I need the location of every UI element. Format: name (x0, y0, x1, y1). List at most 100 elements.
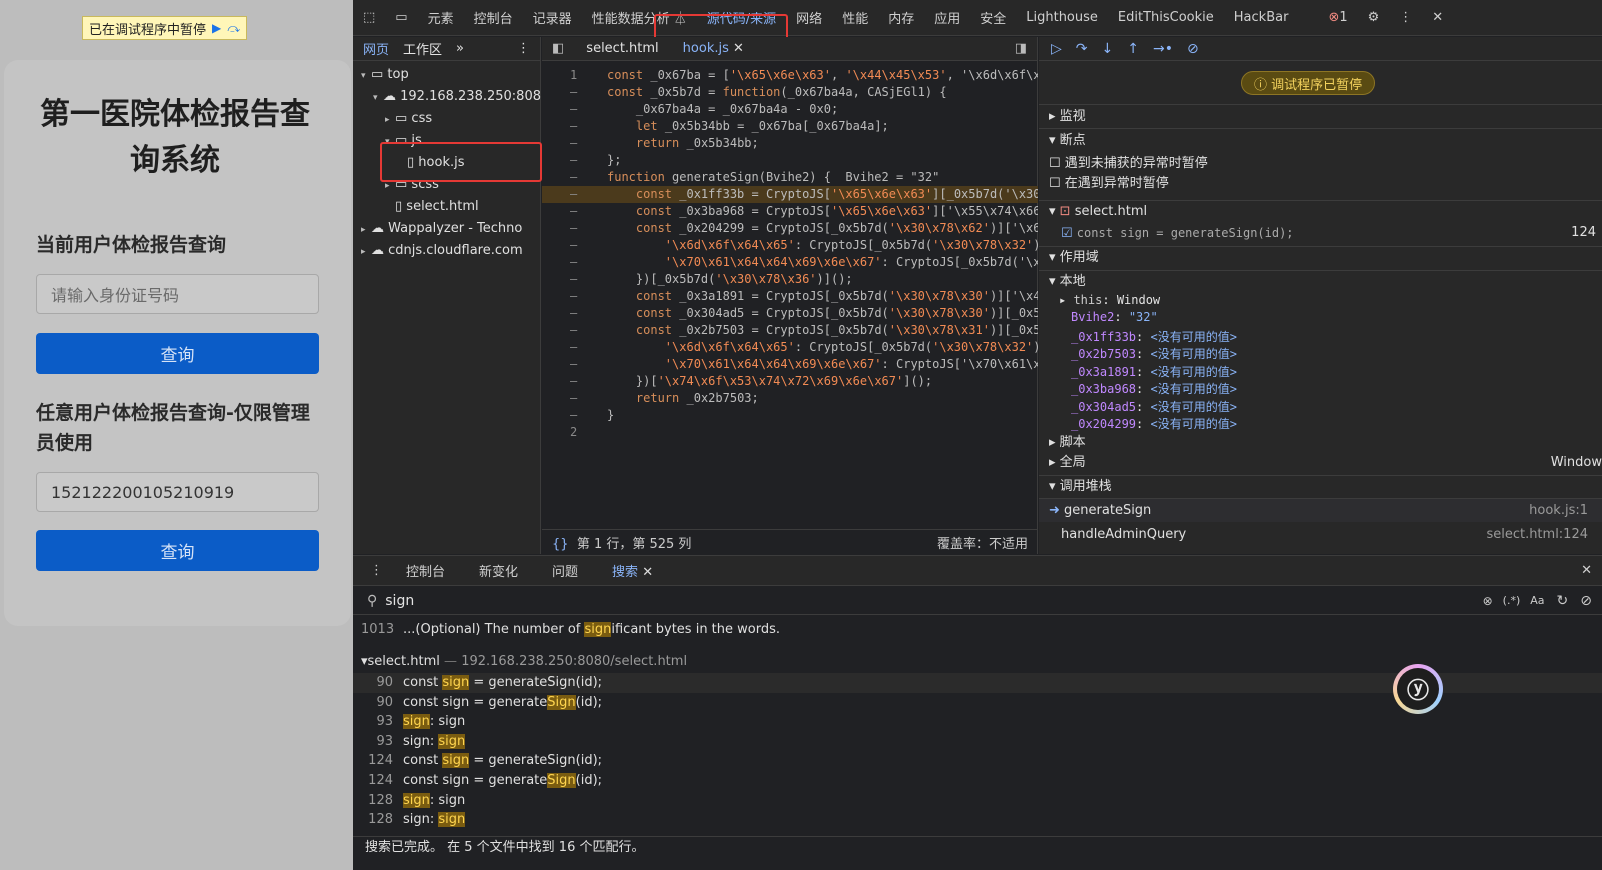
line-number[interactable]: – (570, 271, 590, 288)
step-over-icon[interactable]: ⤼ (227, 21, 240, 36)
drawer-close-icon[interactable]: ✕ (1581, 563, 1592, 578)
scope-global[interactable]: ▸ 全局 Window (1039, 453, 1602, 473)
line-number[interactable]: – (570, 186, 590, 203)
code-line[interactable]: – function generateSign(Bvihe2) { Bvihe2 … (542, 169, 1038, 186)
admin-query-button[interactable]: 查询 (36, 530, 319, 571)
line-number[interactable]: – (570, 339, 590, 356)
result-row[interactable]: 128 sign: sign (353, 791, 1602, 811)
query-button[interactable]: 查询 (36, 333, 319, 374)
line-number[interactable]: – (570, 169, 590, 186)
code-line[interactable]: – '\x70\x61\x64\x64\x69\x6e\x67': Crypto… (542, 254, 1038, 271)
expand-arrow-icon[interactable]: ▸ (361, 247, 371, 257)
deactivate-breakpoints-icon[interactable]: ⊘ (1187, 41, 1199, 57)
pretty-print-icon[interactable]: {} (552, 537, 569, 552)
tab-security[interactable]: 安全 (970, 8, 1016, 27)
tab-performance[interactable]: 性能 (832, 8, 878, 27)
code-line[interactable]: – const _0x304ad5 = CryptoJS[_0x5b7d('\x… (542, 305, 1038, 322)
code-line[interactable]: –} (542, 407, 1038, 424)
code-line[interactable]: 1 const _0x67ba = ['\x65\x6e\x63', '\x44\… (542, 67, 1038, 84)
tab-workspace[interactable]: 工作区 (403, 39, 442, 58)
breakpoint-file[interactable]: ▾ ⊡ select.html (1039, 200, 1602, 222)
regex-icon[interactable]: (.*) (1503, 594, 1521, 607)
result-row[interactable]: 128 sign: sign (353, 810, 1602, 830)
line-number[interactable]: – (570, 373, 590, 390)
section-scope[interactable]: ▾ 作用域 (1039, 246, 1602, 268)
expand-arrow-icon[interactable]: ▸ (361, 225, 371, 235)
step-into-icon[interactable]: ↓ (1102, 41, 1114, 57)
scope-local[interactable]: ▾ 本地 (1039, 270, 1602, 292)
admin-id-input[interactable]: 152122200105210919 (36, 472, 319, 512)
code-line[interactable]: – const _0x2b7503 = CryptoJS[_0x5b7d('\x… (542, 322, 1038, 339)
checkbox-checked-icon[interactable]: ☑ (1061, 226, 1073, 241)
editor-tab-select-html[interactable]: select.html (574, 41, 670, 56)
code-line[interactable]: – const _0x3ba968 = CryptoJS['\x65\x6e\x… (542, 203, 1038, 220)
scope-variable[interactable]: Bvihe2: "32" (1071, 310, 1158, 324)
line-number[interactable]: – (570, 288, 590, 305)
call-frame-active[interactable]: ➜ generateSign hook.js:1 (1039, 498, 1602, 522)
line-number[interactable]: – (570, 84, 590, 101)
drawer-tab-console[interactable]: 控制台 (389, 561, 462, 580)
code-line[interactable]: – '\x70\x61\x64\x64\x69\x6e\x67': Crypto… (542, 356, 1038, 373)
code-line[interactable]: – _0x67ba4a = _0x67ba4a - 0x0; (542, 101, 1038, 118)
pause-uncaught-row[interactable]: ☐ 遇到未捕获的异常时暂停 (1039, 154, 1602, 174)
line-number[interactable]: – (570, 101, 590, 118)
code-line[interactable]: – const _0x3a1891 = CryptoJS[_0x5b7d('\x… (542, 288, 1038, 305)
tree-item-select-html[interactable]: ▯ select.html (353, 199, 479, 214)
scope-variable[interactable]: _0x204299: <没有可用的值> (1071, 415, 1237, 432)
clear-search-icon[interactable]: ⊗ (1483, 594, 1493, 608)
scope-this[interactable]: ▸ this: Window (1059, 293, 1160, 307)
line-number[interactable]: – (570, 135, 590, 152)
code-line[interactable]: – '\x6d\x6f\x64\x65': CryptoJS[_0x5b7d('… (542, 339, 1038, 356)
line-number[interactable]: – (570, 152, 590, 169)
call-frame[interactable]: handleAdminQuery select.html:124 (1039, 523, 1602, 547)
close-icon[interactable]: ✕ (1422, 10, 1453, 25)
scope-variable[interactable]: _0x304ad5: <没有可用的值> (1071, 398, 1237, 415)
line-number[interactable]: – (570, 356, 590, 373)
tab-console[interactable]: 控制台 (464, 8, 523, 27)
section-callstack[interactable]: ▾ 调用堆栈 (1039, 475, 1602, 497)
code-line[interactable]: –}; (542, 152, 1038, 169)
step-icon[interactable]: →• (1153, 41, 1173, 57)
code-line[interactable]: – return _0x5b34bb; (542, 135, 1038, 152)
code-line[interactable]: – '\x6d\x6f\x64\x65': CryptoJS[_0x5b7d('… (542, 237, 1038, 254)
result-row[interactable]: 124 const sign = generateSign(id); (353, 751, 1602, 771)
inspect-icon[interactable]: ⬚ (353, 10, 385, 25)
code-line[interactable]: – return _0x2b7503; (542, 390, 1038, 407)
expand-arrow-icon[interactable]: ▾ (373, 93, 383, 103)
tab-application[interactable]: 应用 (924, 8, 970, 27)
code-line[interactable]: – })[_0x5b7d('\x30\x78\x36')](); (542, 271, 1038, 288)
expand-arrow-icon[interactable]: ▸ (385, 181, 395, 191)
code-line[interactable]: – })['\x74\x6f\x53\x74\x72\x69\x6e\x67']… (542, 373, 1038, 390)
code-line[interactable]: – const _0x5b7d = function(_0x67ba4a, CAS… (542, 84, 1038, 101)
clear-results-icon[interactable]: ⊘ (1580, 593, 1592, 609)
code-line[interactable]: – let _0x5b34bb = _0x67ba[_0x67ba4a]; (542, 118, 1038, 135)
drawer-tab-issues[interactable]: 问题 (535, 561, 595, 580)
scope-variable[interactable]: _0x2b7503: <没有可用的值> (1071, 345, 1237, 362)
tab-network[interactable]: 网络 (786, 8, 832, 27)
drawer-menu-icon[interactable]: ⋮ (353, 563, 389, 578)
resume-icon[interactable]: ▶︎ (212, 21, 221, 35)
breakpoint-entry[interactable]: ☑ const sign = generateSign(id); 124 (1039, 222, 1602, 244)
line-number[interactable]: – (570, 203, 590, 220)
toggle-debugger-icon[interactable]: ◨ (1005, 41, 1037, 56)
section-watch[interactable]: ▸ 监视 (1039, 104, 1602, 128)
tree-item-css[interactable]: ▸ ▭ css (353, 111, 432, 126)
line-number[interactable]: 1 (570, 67, 590, 84)
drawer-tab-search[interactable]: 搜索 ✕ (595, 561, 670, 580)
match-case-icon[interactable]: Aa (1530, 594, 1544, 607)
pause-caught-row[interactable]: ☐ 在遇到异常时暂停 (1039, 174, 1602, 194)
line-number[interactable]: – (570, 220, 590, 237)
tree-item-192-168-238-250-808[interactable]: ▾ ☁ 192.168.238.250:808 (353, 89, 541, 104)
more-icon[interactable]: ⋮ (1389, 10, 1422, 25)
section-breakpoints[interactable]: ▾ 断点 (1039, 128, 1602, 152)
floating-assistant-button[interactable]: ⓨ (1393, 664, 1443, 714)
scope-variable[interactable]: _0x3a1891: <没有可用的值> (1071, 363, 1237, 380)
result-row[interactable]: 124 const sign = generateSign(id); (353, 771, 1602, 791)
toggle-navigator-icon[interactable]: ◧ (542, 41, 574, 56)
tab-editthiscookie[interactable]: EditThisCookie (1108, 10, 1224, 25)
more-tabs-icon[interactable]: » (456, 41, 464, 56)
tab-page[interactable]: 网页 (363, 39, 389, 58)
tab-close-icon[interactable]: ✕ (642, 565, 653, 580)
tab-elements[interactable]: 元素 (418, 8, 464, 27)
line-number[interactable]: – (570, 305, 590, 322)
